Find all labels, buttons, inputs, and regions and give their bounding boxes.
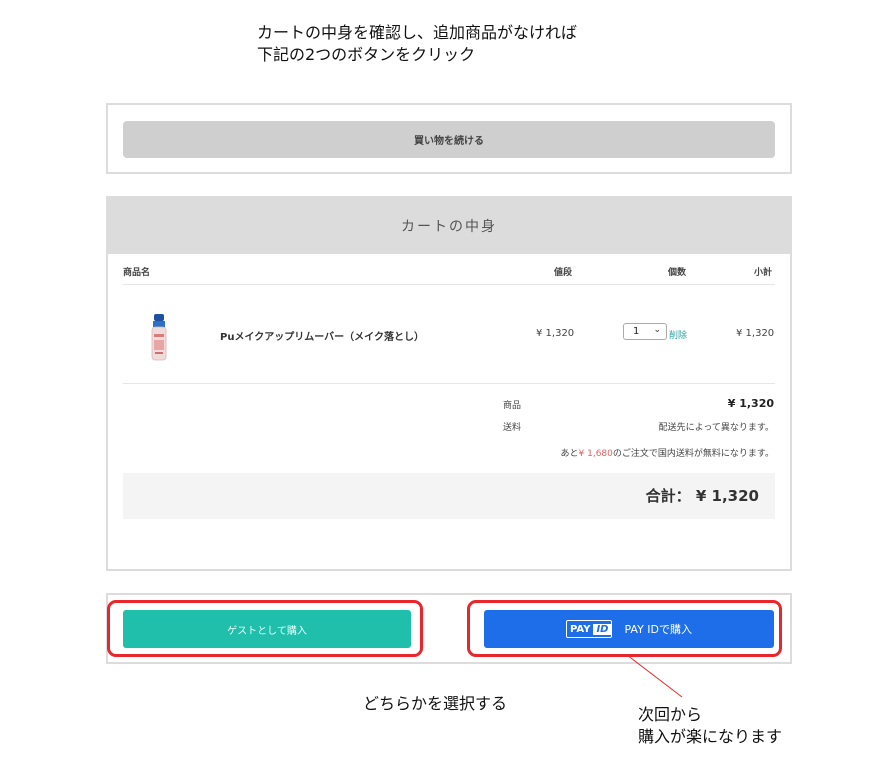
choose-annotation: どちらかを選択する [363, 694, 508, 713]
next-time-line-1: 次回から [638, 705, 703, 724]
next-time-line-2: 購入が楽になります [638, 727, 783, 746]
next-time-annotation: 次回から 購入が楽になります [638, 704, 782, 748]
callout-line [626, 654, 683, 698]
